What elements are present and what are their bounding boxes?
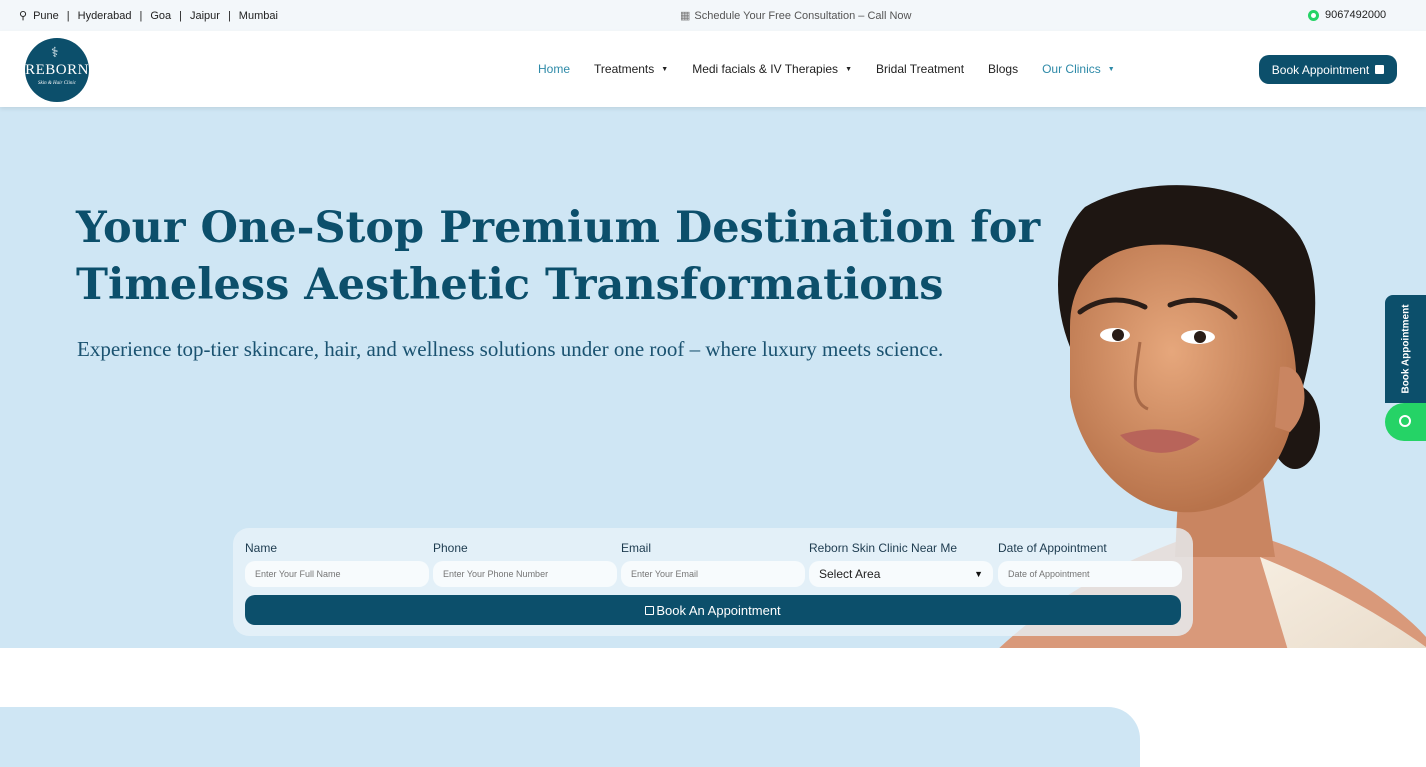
nav-medi-facials[interactable]: Medi facials & IV Therapies ▼ bbox=[692, 62, 852, 76]
clinic-field-group: Reborn Skin Clinic Near Me Select Area ▼ bbox=[809, 541, 993, 587]
logo-tagline: Skin & Hair Clinic bbox=[38, 81, 76, 86]
calendar-icon: ▦ bbox=[680, 10, 691, 22]
nav-home-label: Home bbox=[538, 62, 571, 76]
clinic-logo[interactable]: ⚕ REBORN Skin & Hair Clinic bbox=[25, 38, 89, 102]
date-field-group: Date of Appointment bbox=[998, 541, 1182, 587]
hero-subheadline: Experience top-tier skincare, hair, and … bbox=[77, 337, 944, 361]
caret-down-icon: ▼ bbox=[661, 65, 669, 73]
name-input[interactable] bbox=[245, 561, 429, 587]
consultation-text: Schedule Your Free Consultation – Call N… bbox=[694, 9, 912, 22]
book-appointment-button[interactable]: Book Appointment bbox=[1259, 55, 1397, 84]
nav-bridal-label: Bridal Treatment bbox=[876, 62, 965, 76]
whatsapp-icon bbox=[1308, 9, 1319, 21]
hero-headline: Your One-Stop Premium Destination for Ti… bbox=[76, 200, 1056, 314]
email-field-group: Email bbox=[621, 541, 805, 587]
date-label: Date of Appointment bbox=[998, 541, 1107, 555]
city-mumbai[interactable]: Mumbai bbox=[239, 10, 278, 22]
hero-section: Your One-Stop Premium Destination for Ti… bbox=[0, 107, 1426, 648]
caduceus-icon: ⚕ bbox=[51, 44, 59, 60]
city-list: ⚲ Pune | Hyderabad | Goa | Jaipur | Mumb… bbox=[19, 9, 278, 23]
city-jaipur[interactable]: Jaipur bbox=[190, 10, 220, 22]
hero-headline-line1: Your One-Stop Premium Destination for bbox=[76, 203, 1041, 253]
clinic-area-selected: Select Area bbox=[819, 567, 881, 581]
date-input[interactable] bbox=[998, 561, 1182, 587]
email-label: Email bbox=[621, 541, 652, 555]
book-appointment-label: Book Appointment bbox=[1271, 62, 1370, 77]
caret-down-icon: ▼ bbox=[845, 65, 852, 73]
appointment-form: Name Phone Email Reborn Skin Clinic Near… bbox=[233, 528, 1193, 636]
clinic-label: Reborn Skin Clinic Near Me bbox=[809, 541, 958, 555]
name-label: Name bbox=[245, 541, 278, 555]
location-pin-icon: ⚲ bbox=[19, 10, 28, 22]
city-separator: | bbox=[179, 9, 182, 22]
city-hyderabad[interactable]: Hyderabad bbox=[78, 10, 132, 22]
city-separator: | bbox=[66, 9, 70, 22]
city-pune[interactable]: Pune bbox=[33, 10, 59, 22]
logo-brand: REBORN bbox=[25, 62, 89, 78]
whatsapp-icon bbox=[1399, 415, 1411, 427]
nav-medi-facials-label: Medi facials & IV Therapies bbox=[692, 62, 839, 76]
nav-bridal-treatment[interactable]: Bridal Treatment bbox=[876, 62, 964, 76]
email-input[interactable] bbox=[621, 561, 805, 587]
book-an-appointment-button[interactable]: Book An Appointment bbox=[245, 595, 1181, 625]
phone-link[interactable]: 9067492000 bbox=[1308, 9, 1386, 21]
city-goa[interactable]: Goa bbox=[150, 10, 171, 22]
top-bar: ⚲ Pune | Hyderabad | Goa | Jaipur | Mumb… bbox=[0, 0, 1426, 31]
nav-treatments-label: Treatments bbox=[594, 62, 655, 76]
nav-home[interactable]: Home bbox=[538, 62, 570, 76]
nav-blogs[interactable]: Blogs bbox=[988, 62, 1018, 76]
phone-number: 9067492000 bbox=[1325, 9, 1387, 21]
city-separator: | bbox=[227, 9, 231, 22]
main-header: ⚕ REBORN Skin & Hair Clinic Home Treatme… bbox=[0, 31, 1426, 107]
calendar-icon bbox=[645, 605, 655, 615]
nav-our-clinics-label: Our Clinics bbox=[1042, 62, 1101, 76]
main-nav: Home Treatments ▼ Medi facials & IV Ther… bbox=[538, 62, 1139, 76]
city-separator: | bbox=[139, 9, 143, 22]
whatsapp-float-button[interactable] bbox=[1385, 403, 1426, 441]
next-section-card bbox=[0, 707, 1140, 767]
phone-label: Phone bbox=[433, 541, 468, 555]
caret-down-icon: ▼ bbox=[1107, 65, 1115, 73]
side-book-appointment-label: Book Appointment bbox=[1400, 304, 1412, 394]
caret-down-icon: ▼ bbox=[974, 569, 983, 579]
nav-treatments[interactable]: Treatments ▼ bbox=[594, 62, 668, 76]
phone-field-group: Phone bbox=[433, 541, 617, 587]
book-an-appointment-label: Book An Appointment bbox=[656, 602, 781, 618]
name-field-group: Name bbox=[245, 541, 429, 587]
calendar-check-icon bbox=[1375, 65, 1385, 74]
clinic-area-select[interactable]: Select Area ▼ bbox=[809, 561, 993, 587]
consultation-link[interactable]: ▦ Schedule Your Free Consultation – Call… bbox=[680, 9, 912, 23]
nav-blogs-label: Blogs bbox=[988, 62, 1019, 76]
nav-our-clinics[interactable]: Our Clinics ▼ bbox=[1042, 62, 1115, 76]
hero-headline-line2: Timeless Aesthetic Transformations bbox=[76, 260, 944, 310]
phone-input[interactable] bbox=[433, 561, 617, 587]
side-book-appointment-tab[interactable]: Book Appointment bbox=[1385, 295, 1426, 403]
